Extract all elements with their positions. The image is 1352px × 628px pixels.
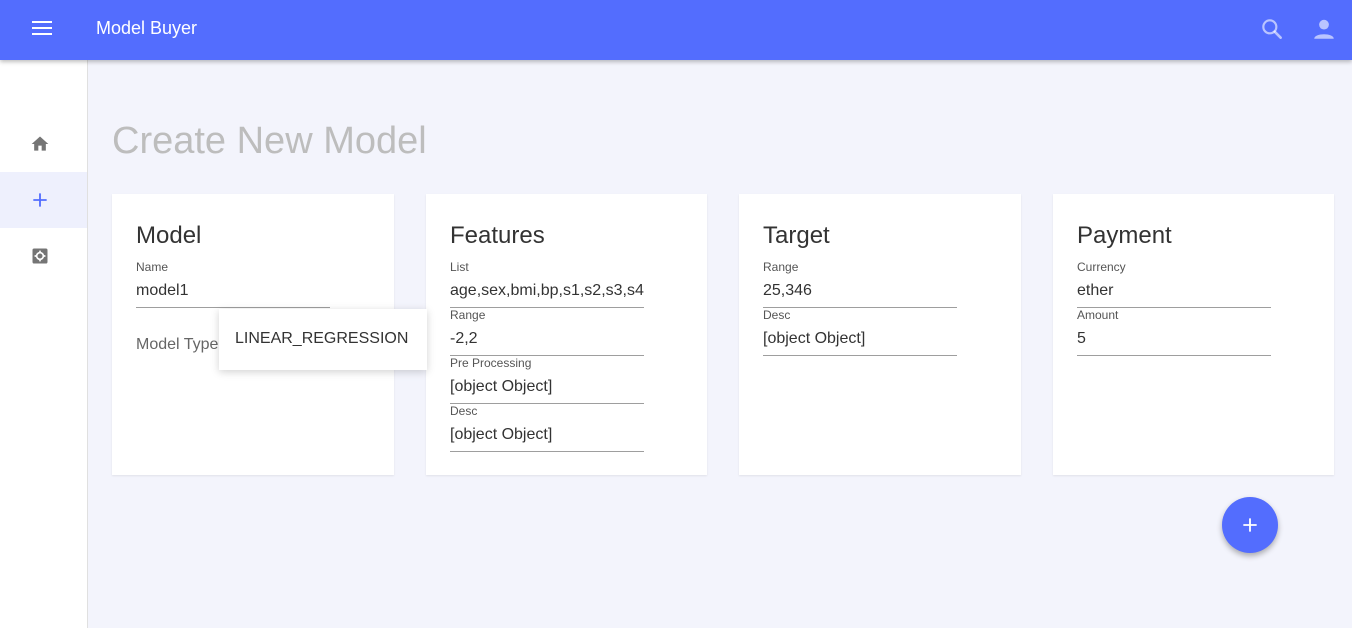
list-field: List	[450, 260, 644, 308]
model-type-select[interactable]: Model Type	[136, 336, 218, 354]
list-input[interactable]	[450, 275, 644, 308]
target-range-label: Range	[763, 260, 799, 274]
amount-label: Amount	[1077, 308, 1119, 322]
preprocessing-input[interactable]	[450, 371, 644, 404]
desc-input[interactable]	[450, 419, 644, 452]
range-field: Range	[450, 308, 644, 356]
add-icon	[33, 193, 47, 207]
add-model-button[interactable]	[1222, 497, 1278, 553]
desc-field: Desc	[450, 404, 644, 452]
range-label: Range	[450, 308, 486, 322]
desc-label: Desc	[450, 404, 478, 418]
sidebar-item-home[interactable]	[0, 116, 87, 172]
target-range-field: Range	[763, 260, 957, 308]
range-input[interactable]	[450, 323, 644, 356]
model-type-dropdown: LINEAR_REGRESSION	[219, 309, 427, 370]
list-label: List	[450, 260, 469, 274]
card-title: Payment	[1077, 222, 1172, 249]
payment-card: Payment Currency Amount	[1053, 194, 1334, 475]
features-card: Features List Range Pre Processing Desc	[426, 194, 707, 475]
currency-label: Currency	[1077, 260, 1126, 274]
dropdown-option[interactable]: LINEAR_REGRESSION	[219, 309, 427, 370]
currency-input[interactable]	[1077, 275, 1271, 308]
sidebar-item-create[interactable]	[0, 172, 87, 228]
add-icon	[1243, 518, 1257, 532]
card-title: Features	[450, 222, 545, 249]
card-title: Model	[136, 222, 202, 249]
target-card: Target Range Desc	[739, 194, 1021, 475]
target-desc-label: Desc	[763, 308, 791, 322]
menu-icon[interactable]	[28, 18, 56, 42]
target-range-input[interactable]	[763, 275, 957, 308]
name-field: Name	[136, 260, 330, 308]
sidebar-item-settings[interactable]	[0, 228, 87, 284]
name-label: Name	[136, 260, 169, 274]
app-bar: Model Buyer	[0, 0, 1352, 60]
sidebar	[0, 60, 88, 628]
card-title: Target	[763, 222, 830, 249]
search-icon[interactable]	[1259, 16, 1285, 42]
preprocessing-label: Pre Processing	[450, 356, 532, 370]
app-title: Model Buyer	[96, 18, 198, 38]
settings-icon	[32, 248, 48, 264]
currency-field: Currency	[1077, 260, 1271, 308]
home-icon	[31, 136, 49, 151]
amount-input[interactable]	[1077, 323, 1271, 356]
amount-field: Amount	[1077, 308, 1271, 356]
page-title: Create New Model	[112, 120, 427, 162]
account-icon[interactable]	[1311, 16, 1337, 42]
name-input[interactable]	[136, 275, 330, 308]
target-desc-input[interactable]	[763, 323, 957, 356]
target-desc-field: Desc	[763, 308, 957, 356]
preprocessing-field: Pre Processing	[450, 356, 644, 404]
